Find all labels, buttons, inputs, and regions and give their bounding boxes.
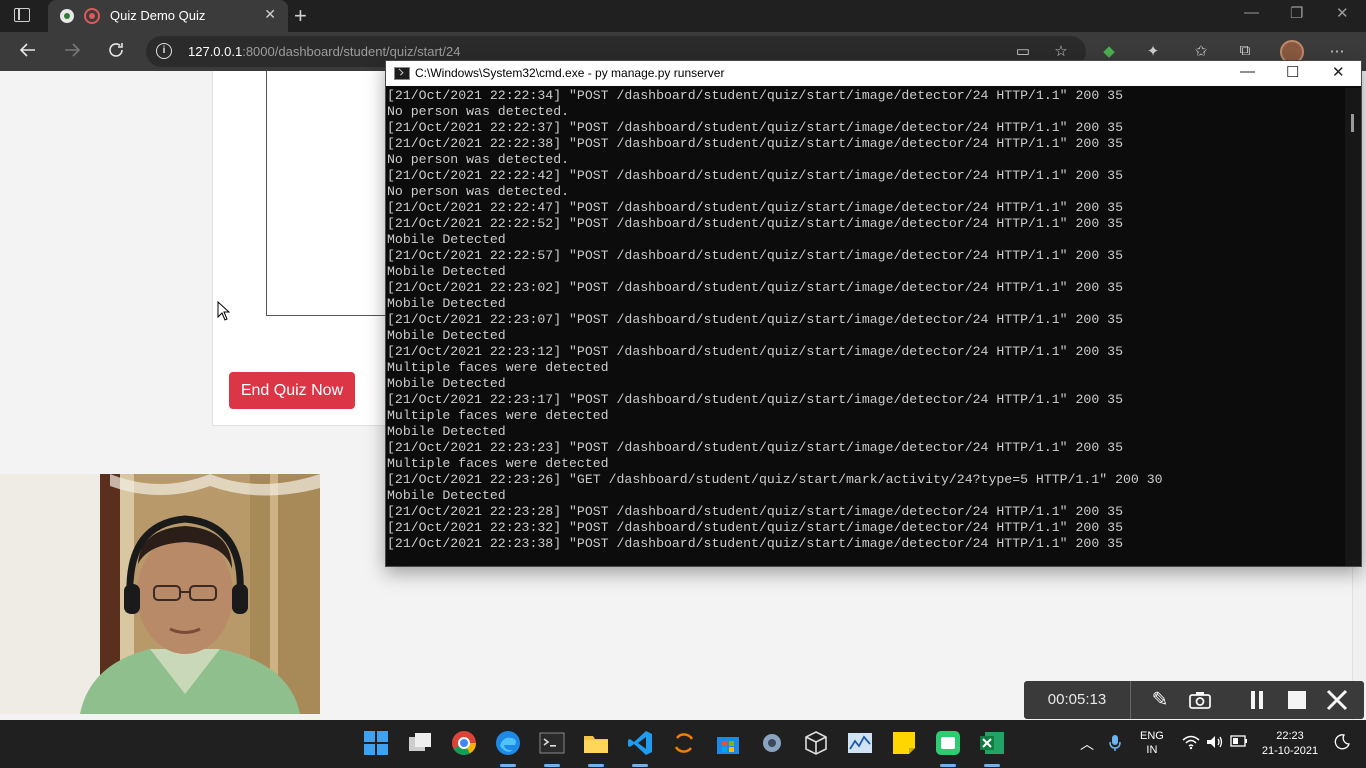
console-line: Mobile Detected xyxy=(387,264,506,279)
task-view-icon[interactable] xyxy=(407,730,433,756)
collections-icon[interactable]: ⧉ xyxy=(1236,42,1254,60)
mouse-cursor-icon xyxy=(217,301,231,321)
console-line: Mobile Detected xyxy=(387,296,506,311)
sticky-notes-icon[interactable] xyxy=(891,730,917,756)
battery-icon[interactable] xyxy=(1230,734,1248,750)
console-output[interactable]: [21/Oct/2021 22:22:34] "POST /dashboard/… xyxy=(386,88,1344,558)
console-line: No person was detected. xyxy=(387,104,570,119)
stop-icon[interactable] xyxy=(1278,681,1316,719)
edge-icon[interactable] xyxy=(495,730,521,767)
console-line: [21/Oct/2021 22:23:38] "POST /dashboard/… xyxy=(387,536,1123,551)
cmd-title-bar[interactable]: C:\Windows\System32\cmd.exe - py manage.… xyxy=(386,61,1361,86)
forward-icon[interactable] xyxy=(62,40,82,66)
browser-tab-bar: Quiz Demo Quiz ✕ + — ❐ ✕ xyxy=(0,0,1366,32)
console-line: [21/Oct/2021 22:22:38] "POST /dashboard/… xyxy=(387,136,1123,151)
console-line: [21/Oct/2021 22:22:57] "POST /dashboard/… xyxy=(387,248,1123,263)
close-recorder-icon[interactable] xyxy=(1318,681,1356,719)
console-line: Mobile Detected xyxy=(387,376,506,391)
input-language[interactable]: ENG IN xyxy=(1140,729,1164,757)
console-line: [21/Oct/2021 22:23:26] "GET /dashboard/s… xyxy=(387,472,1163,487)
extensions-puzzle-icon[interactable]: ✦ xyxy=(1144,42,1162,60)
new-tab-button[interactable]: + xyxy=(294,3,307,29)
cmd-app-icon xyxy=(394,67,410,80)
close-tab-icon[interactable]: ✕ xyxy=(264,6,276,23)
cmd-close-icon[interactable]: ✕ xyxy=(1332,63,1345,81)
webcam-feed xyxy=(0,474,320,714)
console-line: [21/Oct/2021 22:22:42] "POST /dashboard/… xyxy=(387,168,1123,183)
vscode-icon[interactable] xyxy=(627,730,653,767)
extension-icon[interactable]: ◆ xyxy=(1100,42,1118,60)
back-icon[interactable] xyxy=(18,40,38,66)
console-line: [21/Oct/2021 22:23:12] "POST /dashboard/… xyxy=(387,344,1123,359)
screen-recorder-widget: 00:05:13 ✎ xyxy=(1024,681,1364,719)
restore-window-icon[interactable]: ❐ xyxy=(1290,4,1303,22)
end-quiz-button[interactable]: End Quiz Now xyxy=(229,372,355,409)
favorite-star-icon[interactable]: ☆ xyxy=(1052,42,1070,60)
recording-indicator-icon xyxy=(84,8,100,24)
site-favicon-icon xyxy=(60,9,74,23)
system-clock[interactable]: 22:23 21-10-2021 xyxy=(1258,729,1322,759)
3d-cube-icon[interactable] xyxy=(803,730,829,756)
console-line: Multiple faces were detected xyxy=(387,408,609,423)
console-line: [21/Oct/2021 22:23:32] "POST /dashboard/… xyxy=(387,520,1123,535)
console-line: No person was detected. xyxy=(387,152,570,167)
console-line: [21/Oct/2021 22:23:17] "POST /dashboard/… xyxy=(387,392,1123,407)
camera-in-use-icon[interactable]: ▭ xyxy=(1014,42,1032,60)
start-button-icon[interactable] xyxy=(363,730,389,756)
tab-actions-icon[interactable] xyxy=(14,8,30,22)
url-text: 127.0.0.1:8000/dashboard/student/quiz/st… xyxy=(188,44,461,59)
excel-icon[interactable] xyxy=(979,730,1005,767)
close-window-icon[interactable]: ✕ xyxy=(1336,4,1349,22)
cmd-window-title: C:\Windows\System32\cmd.exe - py manage.… xyxy=(415,66,725,80)
console-line: [21/Oct/2021 22:22:34] "POST /dashboard/… xyxy=(387,88,1123,103)
tab-quiz-demo[interactable]: Quiz Demo Quiz ✕ xyxy=(48,0,288,32)
cmd-scrollbar-thumb[interactable] xyxy=(1351,114,1354,132)
cmd-scrollbar[interactable] xyxy=(1345,88,1361,566)
console-line: Mobile Detected xyxy=(387,328,506,343)
show-hidden-icons-icon[interactable]: ︿ xyxy=(1080,734,1094,754)
terminal-icon[interactable] xyxy=(539,730,565,767)
pen-icon[interactable]: ✎ xyxy=(1141,681,1179,719)
focus-assist-moon-icon[interactable] xyxy=(1334,734,1350,753)
console-line: [21/Oct/2021 22:22:52] "POST /dashboard/… xyxy=(387,216,1123,231)
cmd-maximize-icon[interactable]: ☐ xyxy=(1286,63,1299,81)
console-line: No person was detected. xyxy=(387,184,570,199)
console-line: Mobile Detected xyxy=(387,232,506,247)
console-line: [21/Oct/2021 22:22:37] "POST /dashboard/… xyxy=(387,120,1123,135)
recorder-app-icon[interactable] xyxy=(935,730,961,767)
console-line: Mobile Detected xyxy=(387,488,506,503)
volume-icon[interactable] xyxy=(1206,734,1224,753)
console-line: [21/Oct/2021 22:22:47] "POST /dashboard/… xyxy=(387,200,1123,215)
console-line: [21/Oct/2021 22:23:02] "POST /dashboard/… xyxy=(387,280,1123,295)
reload-icon[interactable] xyxy=(106,40,126,66)
performance-monitor-icon[interactable] xyxy=(847,730,873,756)
sync-app-icon[interactable] xyxy=(671,730,697,756)
pause-icon[interactable] xyxy=(1238,681,1276,719)
console-line: Mobile Detected xyxy=(387,424,506,439)
console-line: Multiple faces were detected xyxy=(387,456,609,471)
camera-snapshot-icon[interactable] xyxy=(1181,681,1219,719)
chrome-icon[interactable] xyxy=(451,730,477,756)
microphone-icon[interactable] xyxy=(1108,734,1122,755)
cmd-window[interactable]: C:\Windows\System32\cmd.exe - py manage.… xyxy=(385,60,1362,567)
file-explorer-icon[interactable] xyxy=(583,730,609,767)
minimize-window-icon[interactable]: — xyxy=(1244,4,1259,21)
site-info-icon[interactable]: i xyxy=(156,43,172,59)
tab-title: Quiz Demo Quiz xyxy=(110,8,206,23)
cmd-minimize-icon[interactable]: — xyxy=(1240,63,1255,80)
console-line: [21/Oct/2021 22:23:28] "POST /dashboard/… xyxy=(387,504,1123,519)
more-menu-icon[interactable]: ⋯ xyxy=(1328,42,1346,60)
console-line: [21/Oct/2021 22:23:23] "POST /dashboard/… xyxy=(387,440,1123,455)
favorites-icon[interactable]: ✩ xyxy=(1192,42,1210,60)
wifi-icon[interactable] xyxy=(1182,734,1200,753)
store-icon[interactable] xyxy=(715,730,741,756)
settings-gear-icon[interactable] xyxy=(759,730,785,756)
windows-taskbar: ︿ ENG IN 22:23 21-10-2021 xyxy=(0,720,1366,768)
console-line: [21/Oct/2021 22:23:07] "POST /dashboard/… xyxy=(387,312,1123,327)
recording-timer: 00:05:13 xyxy=(1024,681,1131,719)
console-line: Multiple faces were detected xyxy=(387,360,609,375)
